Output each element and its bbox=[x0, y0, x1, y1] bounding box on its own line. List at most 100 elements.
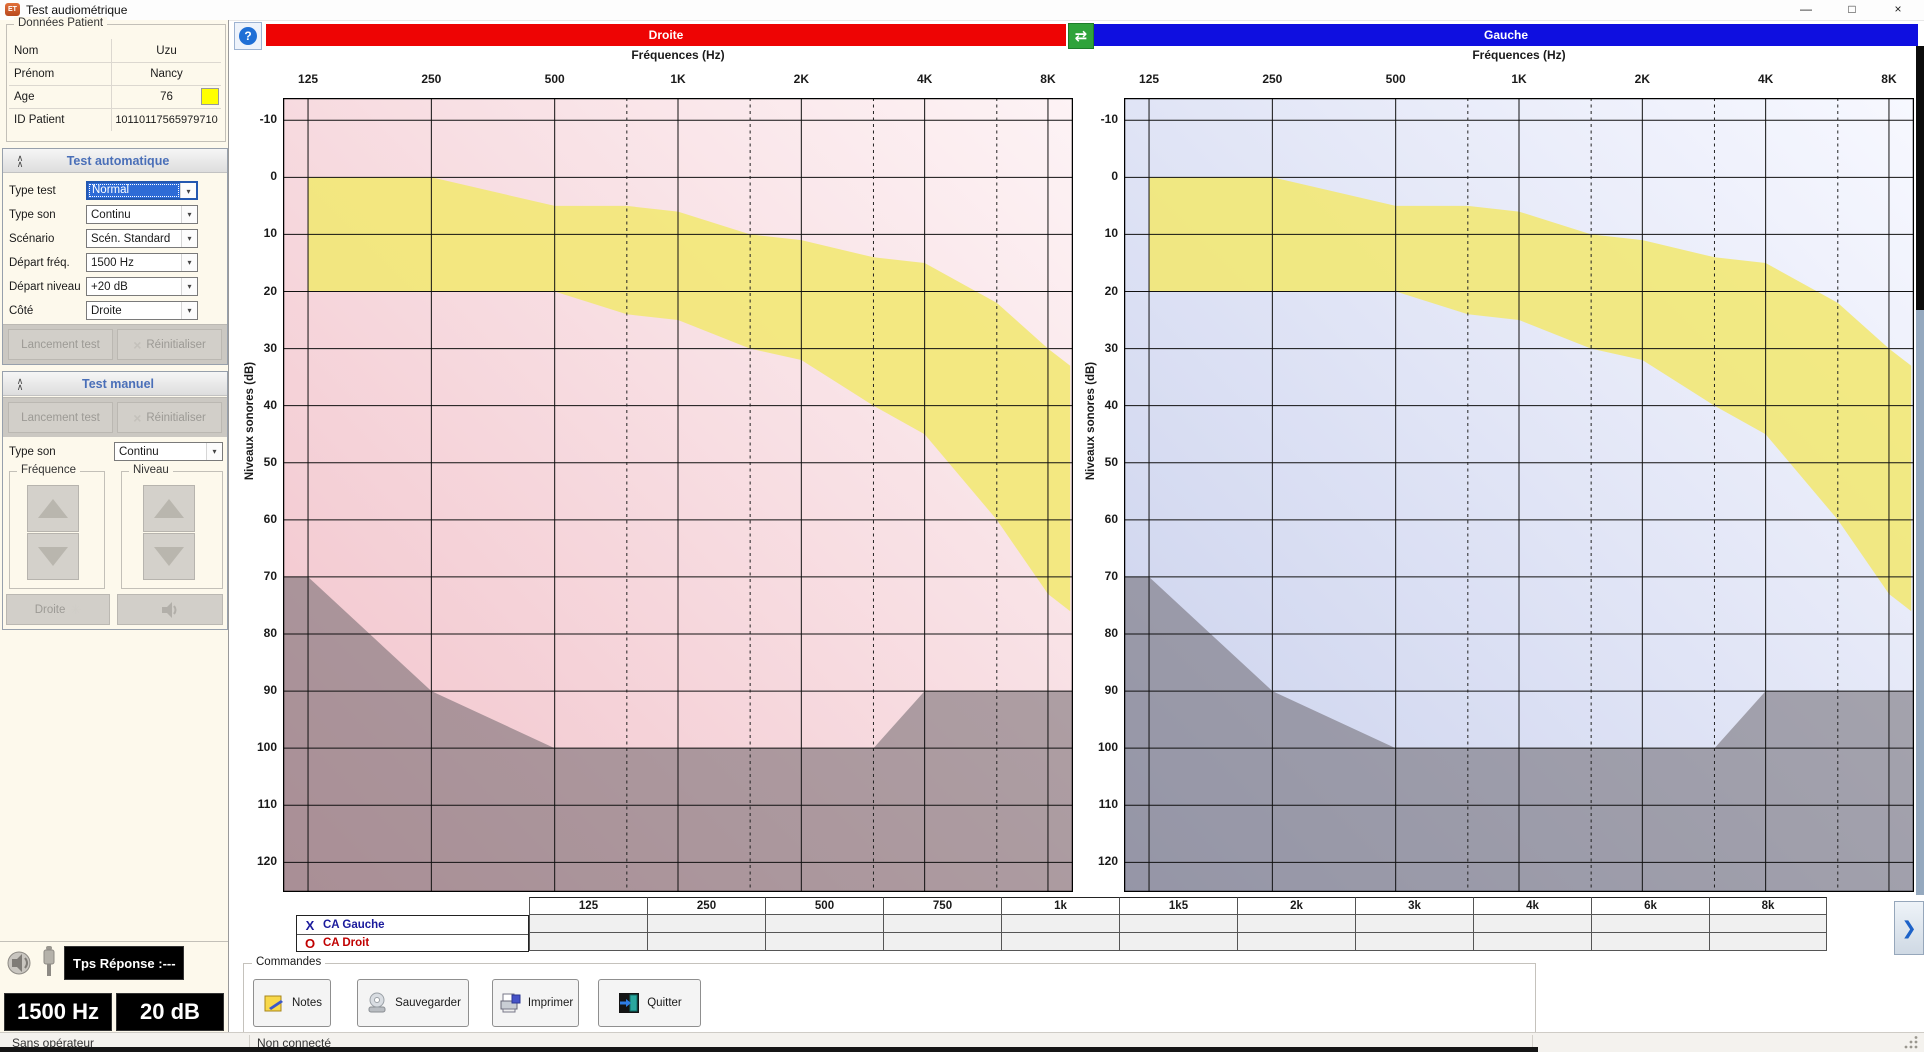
audiogram-left-plot bbox=[1124, 98, 1914, 892]
field-label: Type son bbox=[9, 209, 86, 221]
level-down-button[interactable] bbox=[143, 533, 195, 580]
resize-grip[interactable] bbox=[1898, 1036, 1920, 1050]
play-sound-button[interactable] bbox=[117, 594, 223, 625]
x-tick-label: 1K bbox=[1497, 72, 1541, 86]
test-manual-header[interactable]: ∧∧ Test manuel bbox=[3, 372, 227, 396]
freq-table-cell bbox=[1591, 933, 1709, 951]
y-axis-title-left: Niveaux sonores (dB) bbox=[1085, 341, 1097, 501]
chevron-down-icon: ▾ bbox=[180, 183, 196, 198]
y-tick-label: 70 bbox=[237, 569, 277, 583]
arrow-up-icon bbox=[154, 499, 184, 518]
quit-button[interactable]: Quitter bbox=[598, 979, 701, 1027]
field-value: 10110117565979710 bbox=[112, 108, 221, 131]
divider bbox=[0, 941, 228, 942]
manual-type-son-row: Type son Continu ▾ bbox=[9, 440, 225, 463]
freq-table-cell bbox=[647, 915, 765, 933]
auto-field-row-3: Départ fréq.1500 Hz▾ bbox=[9, 251, 225, 274]
side-button[interactable]: Droite ✳ bbox=[6, 594, 110, 625]
vertical-scrollbar[interactable] bbox=[1916, 46, 1924, 895]
level-up-button[interactable] bbox=[143, 485, 195, 532]
help-button[interactable]: ? bbox=[234, 22, 262, 50]
y-tick-label: 120 bbox=[237, 854, 277, 868]
auto-field-row-2: ScénarioScén. Standard▾ bbox=[9, 227, 225, 250]
combobox[interactable]: 1500 Hz▾ bbox=[86, 253, 198, 272]
x-tick-label: 8K bbox=[1867, 72, 1911, 86]
auto-reset-button[interactable]: × Réinitialiser bbox=[117, 329, 222, 360]
legend-row-ca-droit: O CA Droit bbox=[297, 934, 528, 952]
audiogram-right-plot bbox=[283, 98, 1073, 892]
exit-door-icon bbox=[617, 991, 641, 1015]
x-tick-label: 1K bbox=[656, 72, 700, 86]
freq-table-cell bbox=[1237, 915, 1355, 933]
scrollbar-thumb[interactable] bbox=[1916, 46, 1924, 310]
freq-column-header: 1k bbox=[1001, 897, 1119, 915]
app-icon: ET bbox=[5, 3, 20, 16]
chevron-down-icon: ▾ bbox=[181, 230, 197, 247]
field-label: Départ niveau bbox=[9, 281, 86, 293]
combobox[interactable]: Droite▾ bbox=[86, 301, 198, 320]
freq-table-cell bbox=[1473, 933, 1591, 951]
y-tick-label: 70 bbox=[1078, 569, 1118, 583]
x-tick-label: 250 bbox=[409, 72, 453, 86]
y-tick-label: 50 bbox=[237, 455, 277, 469]
collapse-icon[interactable]: ∧∧ bbox=[3, 155, 31, 167]
minimize-button[interactable]: — bbox=[1786, 0, 1826, 20]
chevron-down-icon: ▾ bbox=[181, 302, 197, 319]
combobox[interactable]: Continu▾ bbox=[86, 205, 198, 224]
notes-button[interactable]: Notes bbox=[253, 979, 331, 1027]
frequency-group: Fréquence bbox=[9, 471, 105, 589]
freq-column-header: 250 bbox=[647, 897, 765, 915]
combobox[interactable]: +20 dB▾ bbox=[86, 277, 198, 296]
combobox[interactable]: Normal▾ bbox=[86, 181, 198, 200]
y-axis-title-right: Niveaux sonores (dB) bbox=[244, 341, 256, 501]
frequency-up-button[interactable] bbox=[27, 485, 79, 532]
x-tick-label: 125 bbox=[1127, 72, 1171, 86]
combobox[interactable]: Scén. Standard▾ bbox=[86, 229, 198, 248]
o-symbol: O bbox=[297, 936, 323, 951]
x-axis-title-left: Fréquences (Hz) bbox=[1419, 48, 1619, 62]
patient-data-group: Données Patient Nom Uzu Prénom Nancy Age… bbox=[6, 24, 226, 142]
table-scroll-right-button[interactable]: ❯ bbox=[1894, 901, 1924, 955]
field-value: Uzu bbox=[112, 39, 221, 62]
test-auto-title: Test automatique bbox=[31, 154, 205, 168]
x-tick-label: 2K bbox=[1620, 72, 1664, 86]
test-auto-header[interactable]: ∧∧ Test automatique bbox=[3, 149, 227, 173]
close-button[interactable]: × bbox=[1878, 0, 1918, 20]
commands-group-label: Commandes bbox=[252, 956, 325, 968]
freq-table-cell bbox=[1119, 915, 1237, 933]
freq-table-cell bbox=[765, 933, 883, 951]
field-label: Côté bbox=[9, 305, 86, 317]
patient-row-nom: Nom Uzu bbox=[9, 39, 221, 63]
y-tick-label: 0 bbox=[237, 169, 277, 183]
notes-icon bbox=[262, 991, 286, 1015]
patient-group-label: Données Patient bbox=[14, 17, 107, 29]
window-bottom-edge bbox=[0, 1047, 1538, 1052]
manual-start-button[interactable]: Lancement test bbox=[8, 402, 113, 433]
reset-x-icon: × bbox=[133, 337, 141, 353]
test-manual-panel: ∧∧ Test manuel Lancement test × Réinitia… bbox=[2, 371, 228, 630]
printer-icon bbox=[498, 991, 522, 1015]
y-tick-label: 10 bbox=[1078, 226, 1118, 240]
test-manual-title: Test manuel bbox=[31, 377, 205, 391]
swap-sides-button[interactable]: ⇄ bbox=[1068, 23, 1094, 49]
freq-column-header: 8k bbox=[1709, 897, 1827, 915]
freq-table-cell bbox=[1355, 933, 1473, 951]
manual-reset-button[interactable]: × Réinitialiser bbox=[117, 402, 222, 433]
collapse-icon[interactable]: ∧∧ bbox=[3, 378, 31, 390]
x-tick-label: 2K bbox=[779, 72, 823, 86]
frequency-down-button[interactable] bbox=[27, 533, 79, 580]
print-button[interactable]: Imprimer bbox=[492, 979, 579, 1027]
auto-start-button[interactable]: Lancement test bbox=[8, 329, 113, 360]
freq-column-header: 2k bbox=[1237, 897, 1355, 915]
x-tick-label: 125 bbox=[286, 72, 330, 86]
y-tick-label: 30 bbox=[1078, 341, 1118, 355]
sparkle-icon: ✳ bbox=[70, 602, 81, 618]
field-value: Nancy bbox=[112, 62, 221, 85]
save-button[interactable]: Sauvegarder bbox=[357, 979, 469, 1027]
type-son-label: Type son bbox=[9, 446, 114, 458]
level-group-label: Niveau bbox=[129, 464, 173, 476]
auto-field-row-4: Départ niveau+20 dB▾ bbox=[9, 275, 225, 298]
maximize-button[interactable]: □ bbox=[1832, 0, 1872, 20]
manual-type-son-combobox[interactable]: Continu ▾ bbox=[114, 442, 223, 461]
level-display: 20 dB bbox=[116, 993, 224, 1031]
